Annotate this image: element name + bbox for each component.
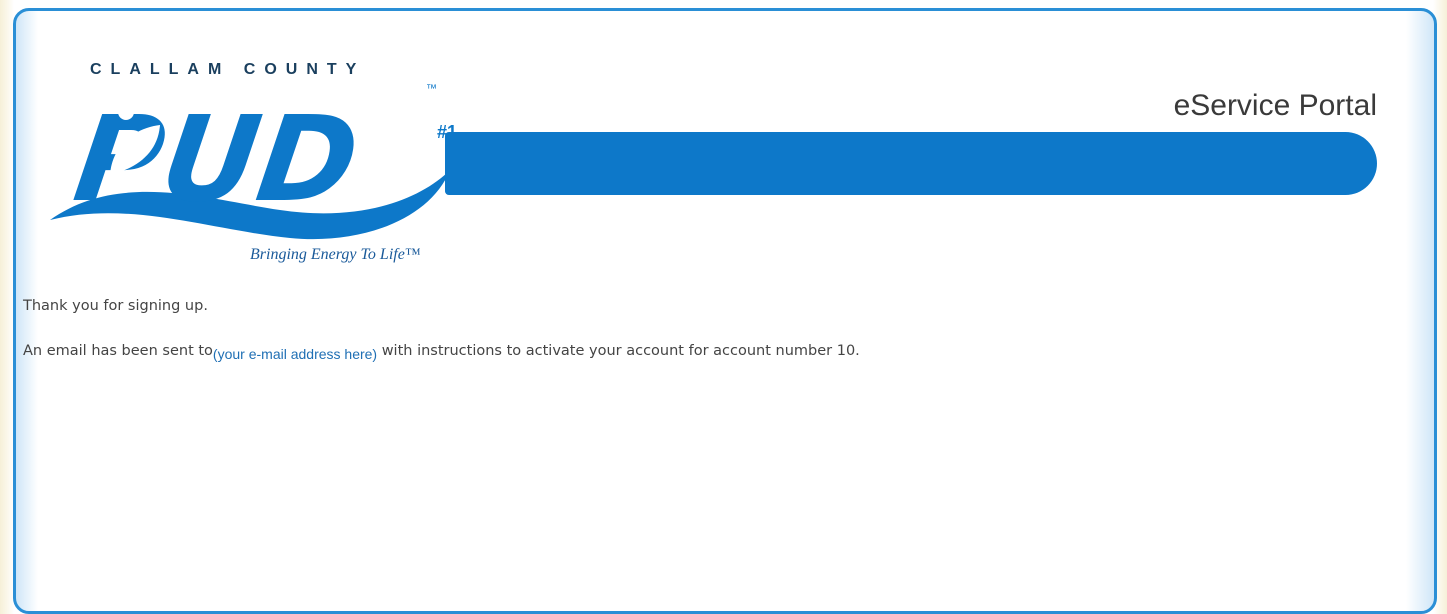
logo-pud-text: PUD	[67, 91, 367, 228]
activation-message: An email has been sent to(your e-mail ad…	[23, 342, 860, 362]
logo-trademark: ™	[426, 83, 437, 95]
activation-message-prefix: An email has been sent to	[23, 343, 213, 359]
logo-county-text: CLALLAM COUNTY	[90, 61, 365, 78]
activation-message-suffix: with instructions to activate your accou…	[377, 343, 860, 359]
logo-sun-icon	[118, 104, 134, 120]
email-address-link[interactable]: (your e-mail address here)	[213, 346, 377, 362]
header-bar	[445, 132, 1377, 195]
signup-thanks-text: Thank you for signing up.	[23, 298, 208, 314]
logo-tagline: Bringing Energy To Life™	[250, 246, 421, 263]
portal-title: eService Portal	[1173, 89, 1377, 122]
